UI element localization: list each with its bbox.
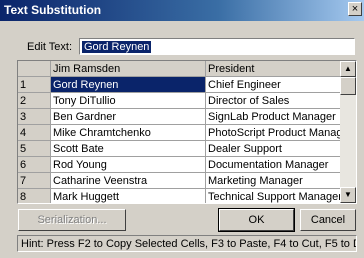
table-row[interactable]: 5 Scott Bate Dealer Support (18, 140, 356, 157)
grid-corner-cell[interactable] (18, 61, 51, 77)
table-row[interactable]: 4 Mike Chramtchenko PhotoScript Product Ma… (18, 124, 356, 141)
ok-button[interactable]: OK (218, 208, 295, 232)
name-cell[interactable]: Mark Huggett (50, 188, 206, 203)
column-header-title[interactable]: President (205, 61, 356, 77)
table-row[interactable]: 6 Rod Young Documentation Manager (18, 156, 356, 173)
title-bar[interactable]: Text Substitution × (0, 0, 364, 21)
row-number-cell[interactable]: 5 (18, 140, 51, 157)
edit-text-value: Gord Reynen (82, 41, 152, 53)
scroll-up-icon[interactable]: ▲ (340, 61, 356, 77)
edit-text-input[interactable]: Gord Reynen (79, 38, 355, 55)
table-row[interactable]: 1 Gord Reynen Chief Engineer (18, 76, 356, 93)
title-cell[interactable]: PhotoScript Product Manager (205, 124, 356, 141)
title-cell[interactable]: SignLab Product Manager (205, 108, 356, 125)
grid-header-row: Jim Ramsden President (18, 61, 356, 77)
row-number-cell[interactable]: 2 (18, 92, 51, 109)
text-substitution-dialog: Text Substitution × Edit Text: Gord Reyn… (0, 0, 364, 258)
title-cell[interactable]: Chief Engineer (205, 76, 356, 93)
scroll-down-icon[interactable]: ▼ (340, 187, 356, 203)
row-number-cell[interactable]: 8 (18, 188, 51, 203)
row-number-cell[interactable]: 4 (18, 124, 51, 141)
vertical-scrollbar[interactable]: ▲ ▼ (340, 61, 356, 203)
table-row[interactable]: 2 Tony DiTullio Director of Sales (18, 92, 356, 109)
table-row[interactable]: 7 Catharine Veenstra Marketing Manager (18, 172, 356, 189)
name-cell[interactable]: Mike Chramtchenko (50, 124, 206, 141)
table-row[interactable]: 8 Mark Huggett Technical Support Manager (18, 188, 356, 203)
hint-bar: Hint: Press F2 to Copy Selected Cells, F… (17, 235, 357, 252)
name-cell[interactable]: Gord Reynen (50, 76, 206, 93)
title-cell[interactable]: Dealer Support (205, 140, 356, 157)
title-cell[interactable]: Director of Sales (205, 92, 356, 109)
row-number-cell[interactable]: 6 (18, 156, 51, 173)
name-cell[interactable]: Ben Gardner (50, 108, 206, 125)
column-header-name[interactable]: Jim Ramsden (50, 61, 206, 77)
title-cell[interactable]: Documentation Manager (205, 156, 356, 173)
edit-text-label: Edit Text: (27, 41, 73, 53)
table-row[interactable]: 3 Ben Gardner SignLab Product Manager (18, 108, 356, 125)
cancel-button[interactable]: Cancel (300, 209, 356, 231)
substitution-grid[interactable]: Jim Ramsden President 1 Gord Reynen Chief … (17, 60, 357, 204)
row-number-cell[interactable]: 3 (18, 108, 51, 125)
title-cell[interactable]: Technical Support Manager (205, 188, 356, 203)
name-cell[interactable]: Scott Bate (50, 140, 206, 157)
window-title: Text Substitution (4, 3, 102, 17)
grid-table: Jim Ramsden President 1 Gord Reynen Chief … (18, 61, 356, 203)
scroll-thumb[interactable] (340, 77, 356, 95)
name-cell[interactable]: Tony DiTullio (50, 92, 206, 109)
name-cell[interactable]: Catharine Veenstra (50, 172, 206, 189)
title-cell[interactable]: Marketing Manager (205, 172, 356, 189)
serialization-button[interactable]: Serialization... (18, 209, 126, 231)
close-icon[interactable]: × (348, 2, 362, 16)
name-cell[interactable]: Rod Young (50, 156, 206, 173)
row-number-cell[interactable]: 7 (18, 172, 51, 189)
row-number-cell[interactable]: 1 (18, 76, 51, 93)
